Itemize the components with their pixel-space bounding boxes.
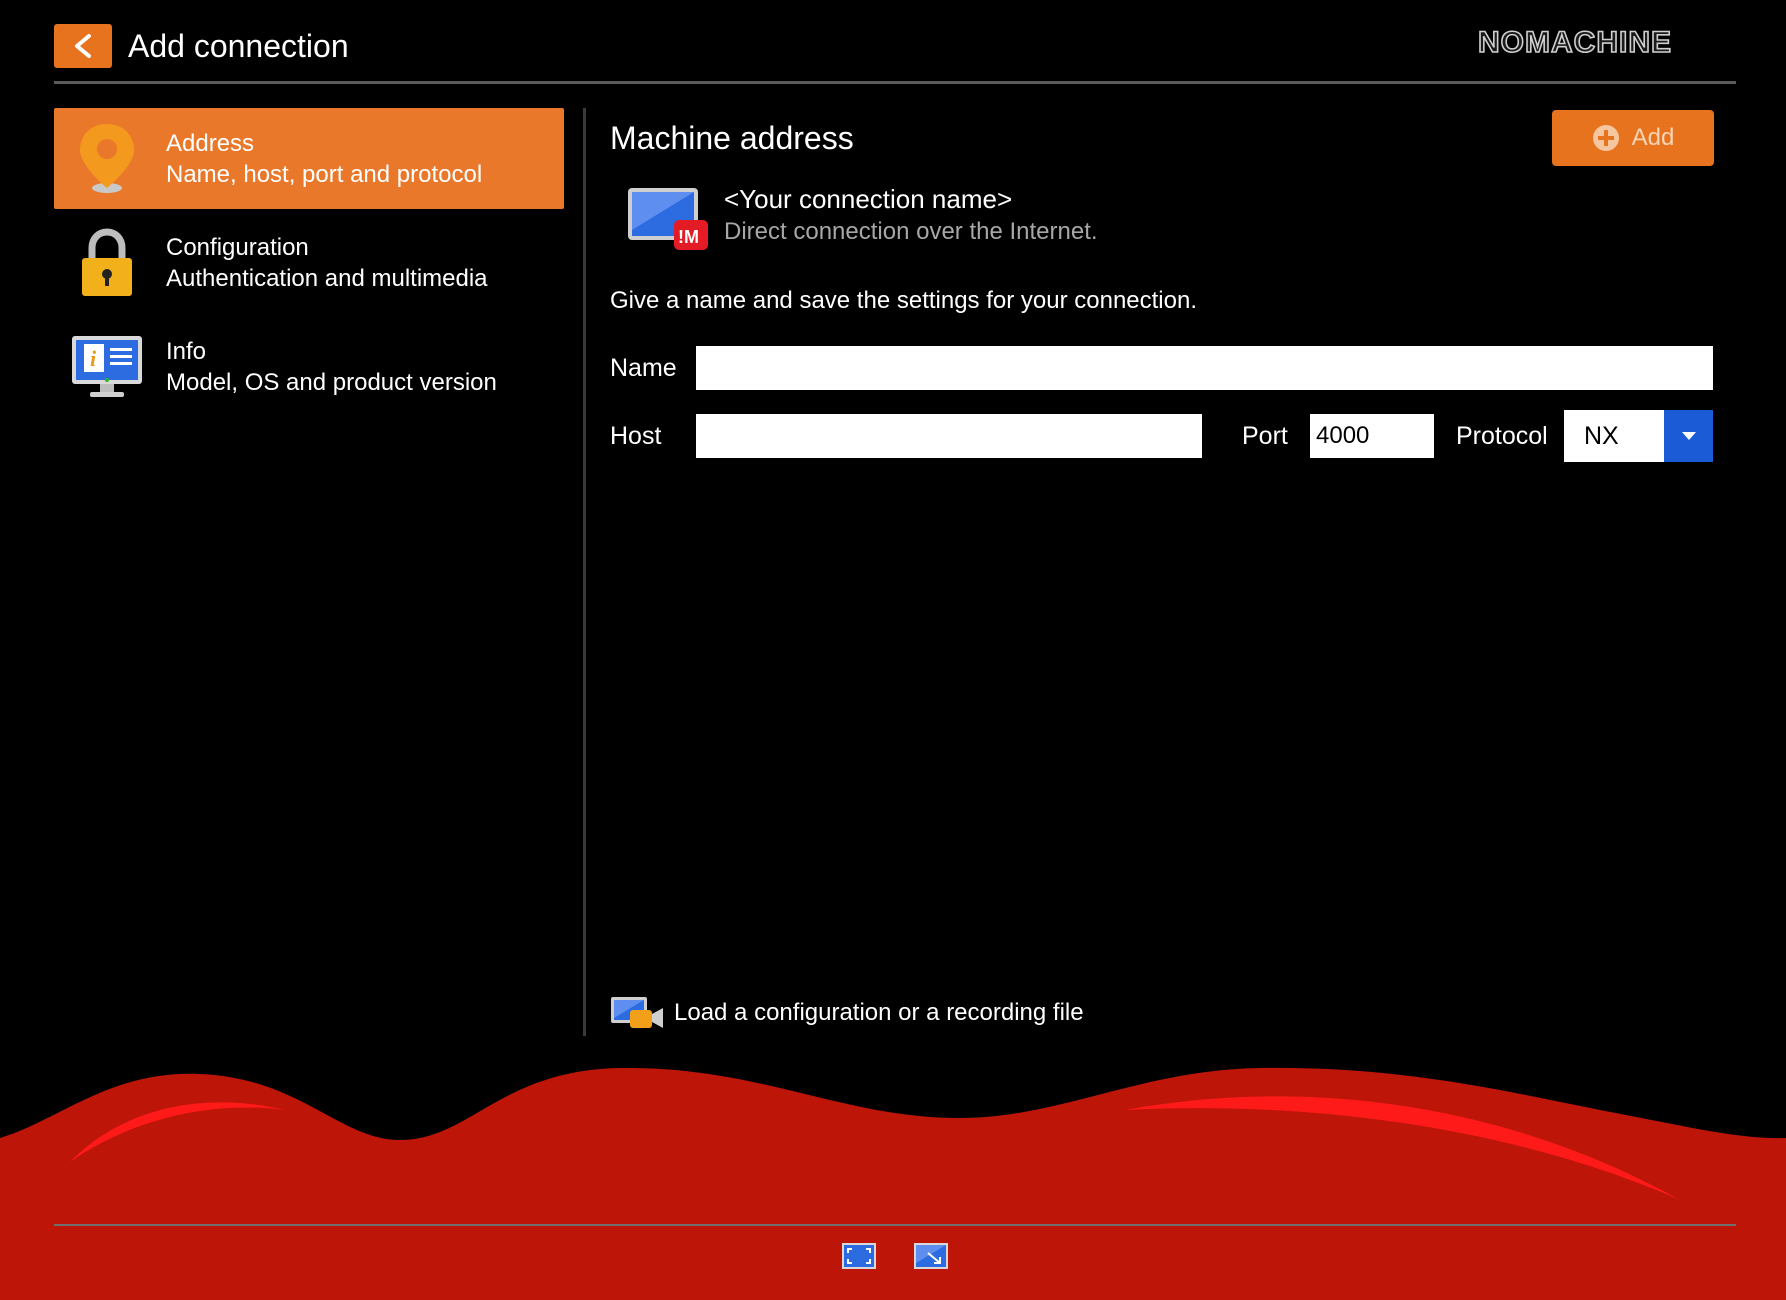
sidebar-item-configuration[interactable]: Configuration Authentication and multime…	[54, 212, 564, 313]
load-configuration-link[interactable]: Load a configuration or a recording file	[610, 992, 1084, 1034]
section-title: Machine address	[610, 120, 854, 156]
port-label: Port	[1242, 422, 1288, 450]
padlock-icon	[82, 228, 132, 296]
sidebar-item-title: Info	[166, 338, 207, 365]
location-pin-icon	[80, 124, 134, 193]
sidebar-item-title: Configuration	[166, 234, 309, 261]
protocol-dropdown-button[interactable]	[1664, 410, 1713, 462]
header-divider	[54, 81, 1736, 84]
load-configuration-label: Load a configuration or a recording file	[674, 999, 1084, 1026]
fit-window-icon[interactable]	[914, 1243, 948, 1269]
sidebar-item-subtitle: Authentication and multimedia	[166, 265, 488, 292]
footer-divider	[54, 1224, 1736, 1226]
nx-monitor-icon: !M	[628, 188, 708, 250]
plus-circle-icon	[1592, 125, 1619, 151]
instructions-text: Give a name and save the settings for yo…	[610, 287, 1198, 314]
footer-wave-background	[0, 1067, 1786, 1300]
port-input[interactable]	[1310, 414, 1434, 458]
chevron-left-icon	[75, 34, 91, 58]
host-label: Host	[610, 422, 662, 450]
sidebar-item-address[interactable]: Address Name, host, port and protocol	[54, 108, 564, 209]
protocol-selected-value: NX	[1584, 422, 1619, 450]
add-button[interactable]: Add	[1552, 110, 1714, 166]
protocol-label: Protocol	[1456, 422, 1548, 450]
sidebar-item-subtitle: Model, OS and product version	[166, 369, 497, 396]
svg-text:i: i	[90, 346, 97, 371]
monitor-info-icon: i	[72, 336, 142, 397]
sidebar-item-info[interactable]: i Info Model, OS and product version	[54, 316, 564, 417]
host-input[interactable]	[696, 414, 1202, 458]
recording-file-icon	[611, 997, 663, 1028]
name-input[interactable]	[696, 346, 1713, 390]
sidebar-item-title: Address	[166, 130, 255, 157]
sidebar-item-subtitle: Name, host, port and protocol	[166, 161, 483, 188]
svg-text:NOMACHINE: NOMACHINE	[1478, 26, 1672, 56]
chevron-down-icon	[1681, 432, 1696, 440]
name-label: Name	[610, 354, 677, 382]
svg-text:!M: !M	[678, 227, 699, 247]
page-title: Add connection	[128, 28, 349, 64]
connection-description: Direct connection over the Internet.	[724, 218, 1098, 245]
sidebar-divider	[583, 108, 586, 1036]
nomachine-logo: NOMACHINE	[1477, 25, 1734, 61]
connection-name-preview: <Your connection name>	[724, 184, 1013, 214]
add-button-label: Add	[1631, 124, 1675, 151]
fullscreen-icon[interactable]	[842, 1243, 876, 1269]
protocol-select[interactable]: NX	[1564, 410, 1713, 462]
back-button[interactable]	[54, 24, 112, 68]
